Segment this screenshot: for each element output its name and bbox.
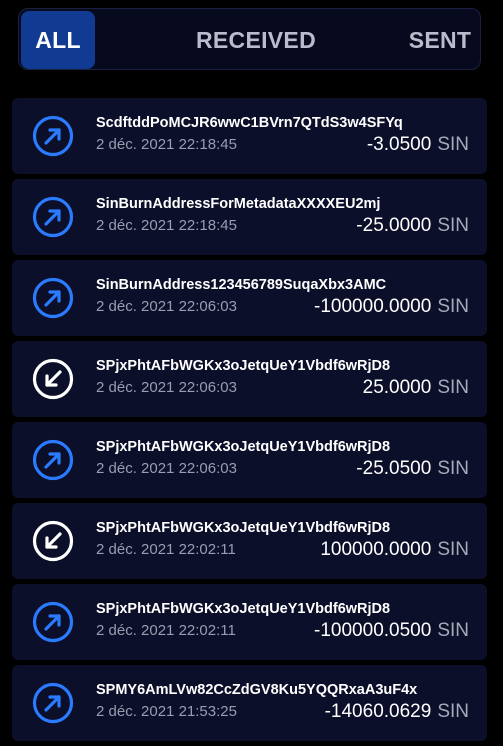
transaction-row[interactable]: SPjxPhtAFbWGKx3oJetqUeY1Vbdf6wRjD8 2 déc… bbox=[12, 503, 487, 579]
transaction-date: 2 déc. 2021 22:18:45 bbox=[96, 136, 237, 153]
transaction-currency: SIN bbox=[437, 620, 469, 641]
transaction-currency: SIN bbox=[437, 215, 469, 236]
arrow-up-right-icon bbox=[32, 277, 74, 319]
transaction-amount-group: -100000.0500 SIN bbox=[314, 620, 469, 642]
transaction-amount: -3.0500 bbox=[366, 134, 432, 155]
transaction-currency: SIN bbox=[437, 458, 469, 479]
transaction-amount: -25.0000 bbox=[356, 215, 432, 236]
transaction-date: 2 déc. 2021 22:02:11 bbox=[96, 622, 236, 639]
transaction-date: 2 déc. 2021 22:06:03 bbox=[96, 460, 237, 477]
transaction-row[interactable]: SPjxPhtAFbWGKx3oJetqUeY1Vbdf6wRjD8 2 déc… bbox=[12, 341, 487, 417]
transaction-list: ScdftddPoMCJR6wwC1BVrn7QTdS3w4SFYq 2 déc… bbox=[12, 98, 487, 746]
transaction-amount: -14060.0629 bbox=[324, 701, 432, 722]
transaction-date: 2 déc. 2021 22:18:45 bbox=[96, 217, 237, 234]
transaction-currency: SIN bbox=[437, 701, 469, 722]
transaction-amount-group: 100000.0000 SIN bbox=[320, 539, 469, 561]
transaction-row[interactable]: SPMY6AmLVw82CcZdGV8Ku5YQQRxaA3uF4x 2 déc… bbox=[12, 665, 487, 741]
transaction-row[interactable]: SPjxPhtAFbWGKx3oJetqUeY1Vbdf6wRjD8 2 déc… bbox=[12, 584, 487, 660]
transaction-amount: -25.0500 bbox=[356, 458, 432, 479]
arrow-up-right-icon bbox=[32, 196, 74, 238]
transaction-amount: 25.0000 bbox=[362, 377, 432, 398]
tab-sent[interactable]: SENT bbox=[399, 11, 481, 69]
transaction-date: 2 déc. 2021 21:53:25 bbox=[96, 703, 237, 720]
arrow-up-right-icon bbox=[32, 601, 74, 643]
transaction-amount: 100000.0000 bbox=[320, 539, 432, 560]
transaction-date: 2 déc. 2021 22:02:11 bbox=[96, 541, 236, 558]
transaction-date: 2 déc. 2021 22:06:03 bbox=[96, 298, 237, 315]
transaction-row[interactable]: SPjxPhtAFbWGKx3oJetqUeY1Vbdf6wRjD8 2 déc… bbox=[12, 422, 487, 498]
tab-all[interactable]: ALL bbox=[21, 11, 95, 69]
arrow-up-right-icon bbox=[32, 682, 74, 724]
transaction-amount-group: -14060.0629 SIN bbox=[325, 701, 469, 723]
transaction-address: SPjxPhtAFbWGKx3oJetqUeY1Vbdf6wRjD8 bbox=[96, 358, 391, 374]
transaction-row[interactable]: ScdftddPoMCJR6wwC1BVrn7QTdS3w4SFYq 2 déc… bbox=[12, 98, 487, 174]
transaction-amount-group: -3.0500 SIN bbox=[367, 134, 469, 156]
transaction-address: ScdftddPoMCJR6wwC1BVrn7QTdS3w4SFYq bbox=[96, 115, 403, 131]
transaction-row[interactable]: SinBurnAddressForMetadataXXXXEU2mj 2 déc… bbox=[12, 179, 487, 255]
arrow-up-right-icon bbox=[32, 115, 74, 157]
transaction-address: SPjxPhtAFbWGKx3oJetqUeY1Vbdf6wRjD8 bbox=[96, 439, 391, 455]
transaction-address: SinBurnAddressForMetadataXXXXEU2mj bbox=[96, 196, 381, 212]
arrow-down-left-icon bbox=[32, 520, 74, 562]
transaction-amount-group: -25.0500 SIN bbox=[356, 458, 469, 480]
arrow-down-left-icon bbox=[32, 358, 74, 400]
transaction-address: SPMY6AmLVw82CcZdGV8Ku5YQQRxaA3uF4x bbox=[96, 682, 418, 698]
tab-received[interactable]: RECEIVED bbox=[182, 11, 330, 69]
transaction-currency: SIN bbox=[437, 134, 469, 155]
transaction-currency: SIN bbox=[437, 539, 469, 560]
transaction-address: SPjxPhtAFbWGKx3oJetqUeY1Vbdf6wRjD8 bbox=[96, 601, 391, 617]
filter-tabs: ALL RECEIVED SENT bbox=[18, 8, 481, 70]
transaction-address: SPjxPhtAFbWGKx3oJetqUeY1Vbdf6wRjD8 bbox=[96, 520, 391, 536]
transaction-currency: SIN bbox=[437, 296, 469, 317]
transaction-amount-group: -25.0000 SIN bbox=[356, 215, 469, 237]
transaction-address: SinBurnAddress123456789SuqaXbx3AMC bbox=[96, 277, 387, 293]
arrow-up-right-icon bbox=[32, 439, 74, 481]
transaction-amount-group: 25.0000 SIN bbox=[363, 377, 469, 399]
transaction-currency: SIN bbox=[437, 377, 469, 398]
transaction-amount: -100000.0500 bbox=[314, 620, 432, 641]
transaction-row[interactable]: SinBurnAddress123456789SuqaXbx3AMC 2 déc… bbox=[12, 260, 487, 336]
transaction-amount: -100000.0000 bbox=[314, 296, 432, 317]
transaction-amount-group: -100000.0000 SIN bbox=[314, 296, 469, 318]
transaction-date: 2 déc. 2021 22:06:03 bbox=[96, 379, 237, 396]
